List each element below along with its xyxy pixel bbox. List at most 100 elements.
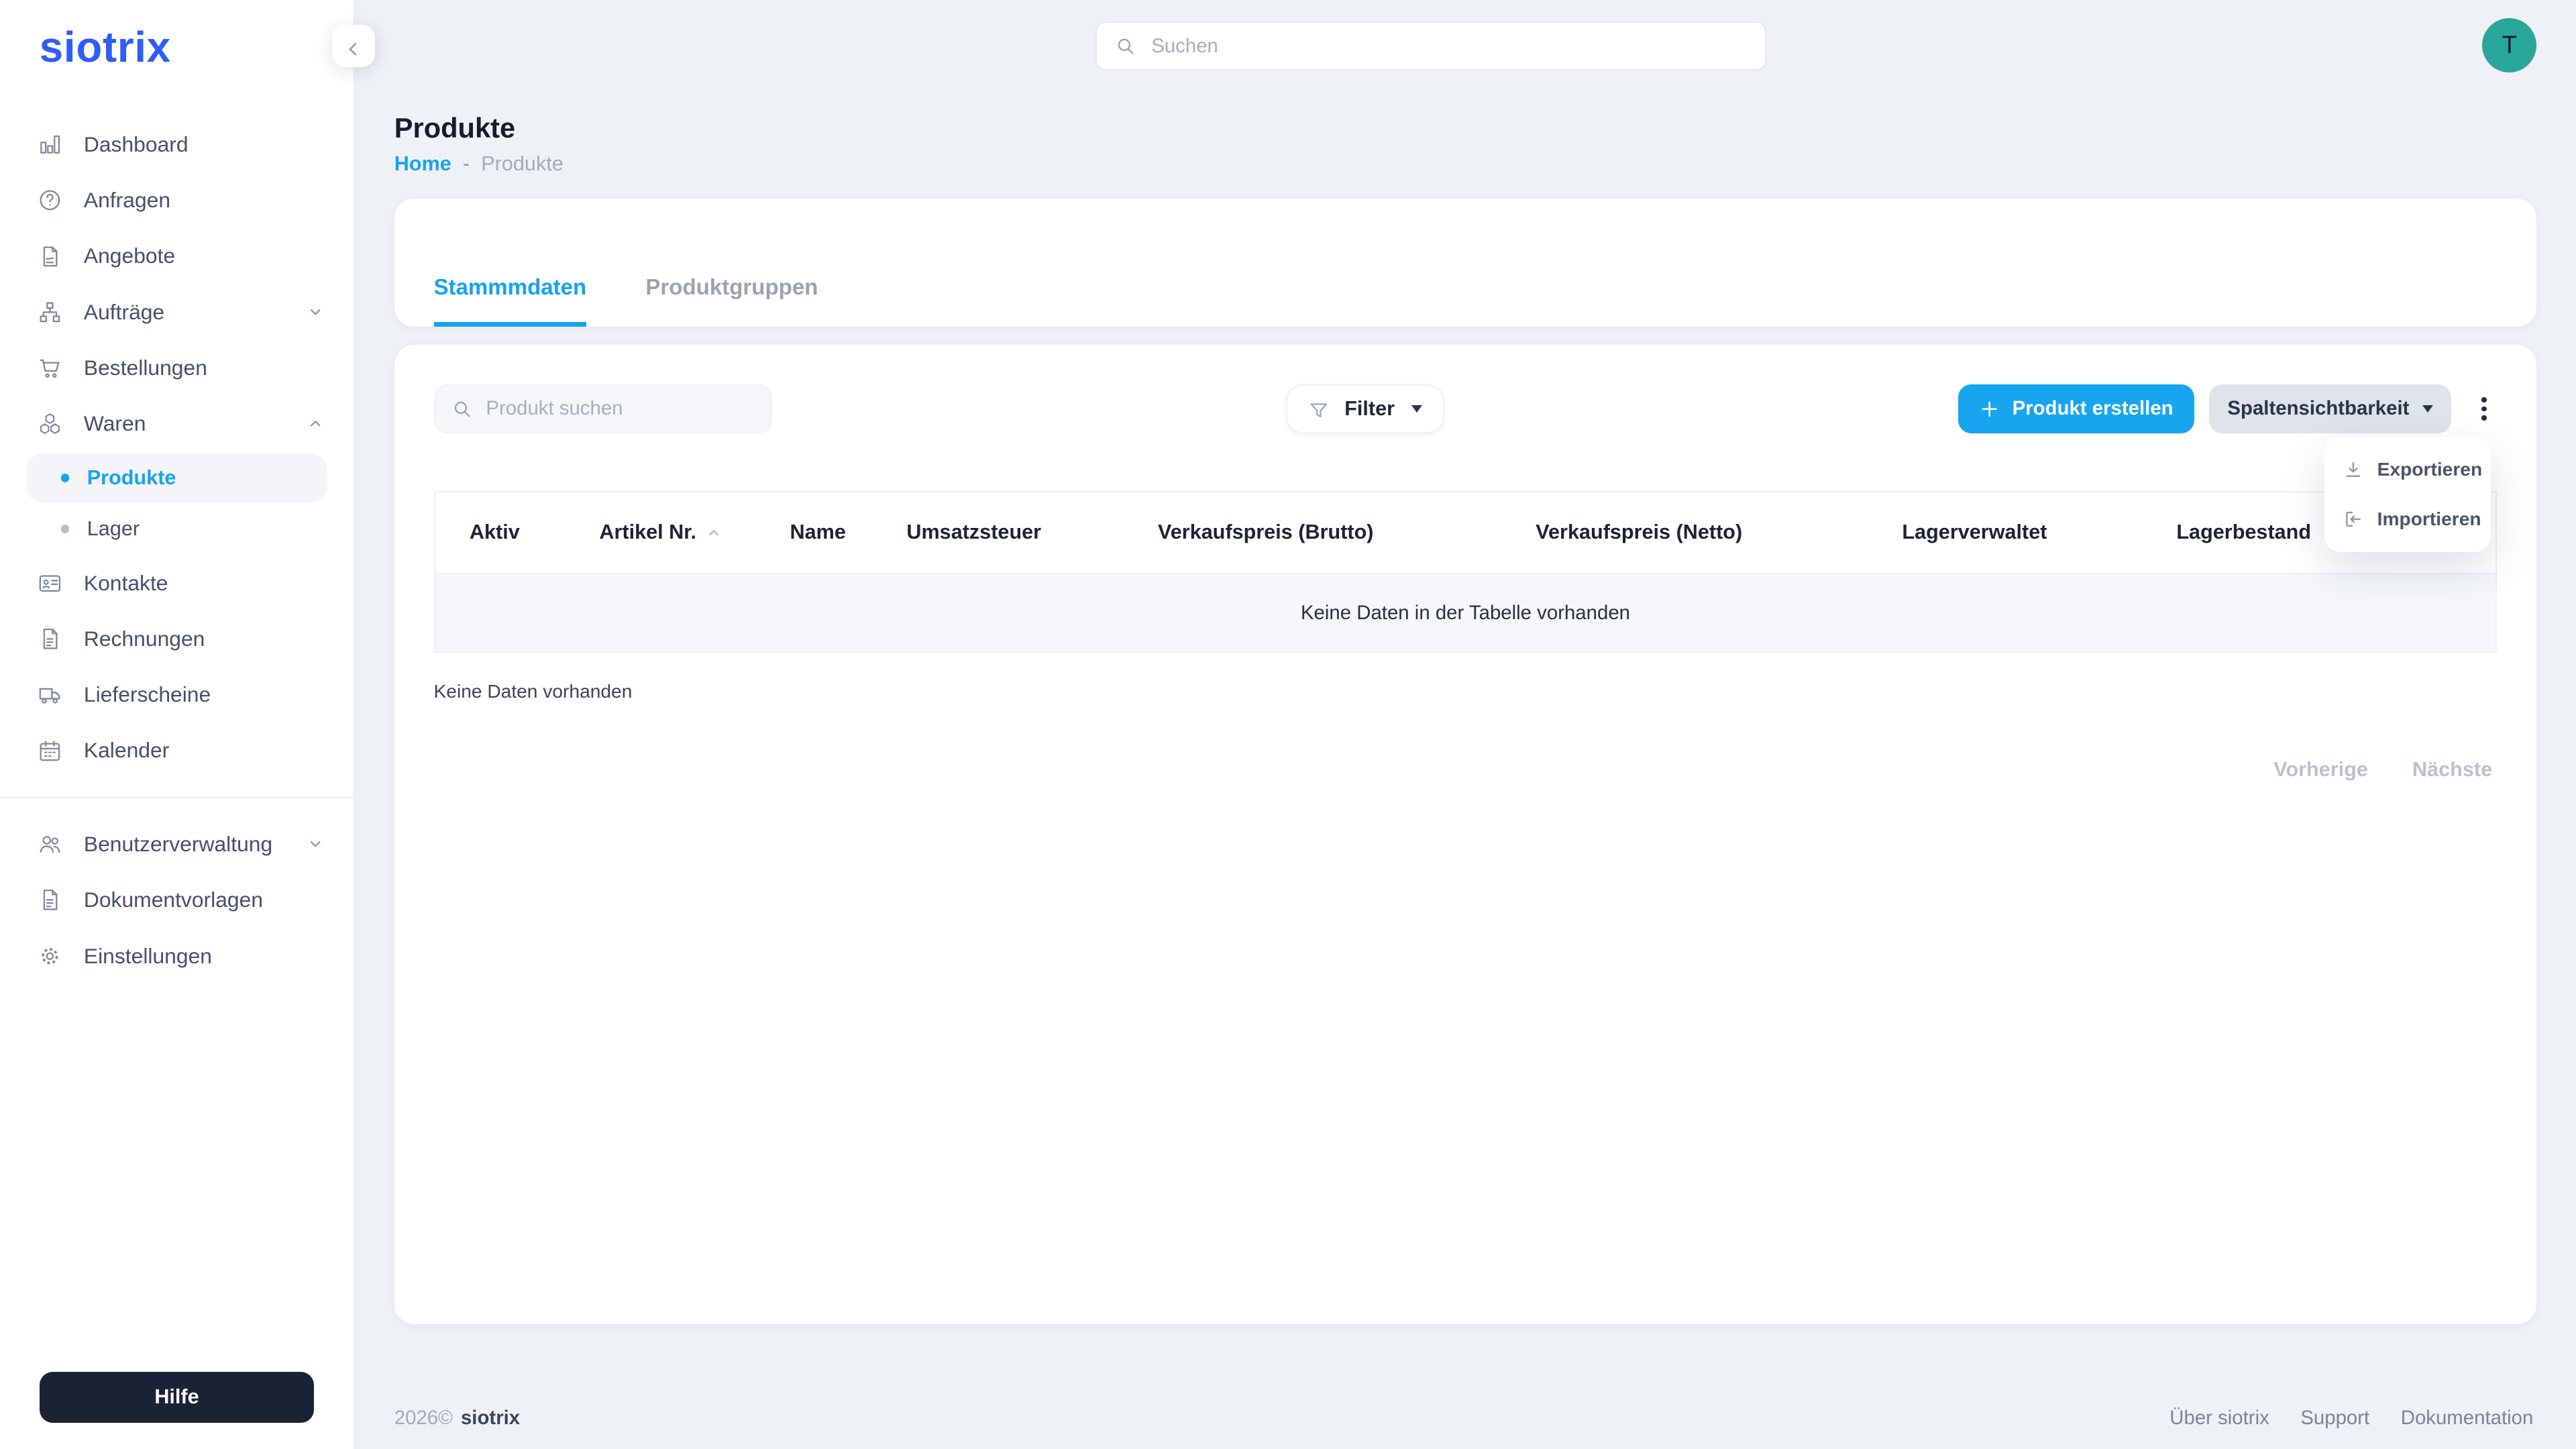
footer: 2026© siotrix Über siotrix Support Dokume… bbox=[394, 1407, 2534, 1430]
breadcrumb-current: Produkte bbox=[481, 152, 564, 175]
sidebar-item-lager[interactable]: Lager bbox=[26, 504, 327, 553]
sidebar-item-label: Bestellungen bbox=[83, 355, 207, 380]
sidebar-item-waren[interactable]: Waren bbox=[0, 396, 354, 451]
bullet-icon bbox=[60, 525, 69, 533]
sitemap-icon bbox=[38, 300, 62, 325]
column-header-verkaufspreis-netto[interactable]: Verkaufspreis (Netto) bbox=[1536, 521, 1902, 544]
sidebar-item-kontakte[interactable]: Kontakte bbox=[0, 555, 354, 611]
page-title: Produkte bbox=[394, 111, 516, 144]
bar-chart-icon bbox=[38, 132, 62, 157]
sidebar-item-label: Waren bbox=[83, 411, 146, 436]
sidebar-item-label: Lager bbox=[87, 517, 140, 540]
sidebar-item-label: Kontakte bbox=[83, 570, 168, 595]
table-empty-text: Keine Daten in der Tabelle vorhanden bbox=[1300, 601, 1630, 624]
breadcrumb: Home - Produkte bbox=[394, 152, 2537, 176]
help-button[interactable]: Hilfe bbox=[39, 1371, 315, 1423]
document-icon bbox=[38, 888, 62, 912]
sidebar-item-produkte[interactable]: Produkte bbox=[26, 453, 327, 503]
tabs-card: Stammmdaten Produktgruppen bbox=[394, 199, 2537, 327]
product-search[interactable] bbox=[433, 384, 772, 434]
column-header-aktiv[interactable]: Aktiv bbox=[470, 521, 599, 544]
truck-icon bbox=[38, 682, 62, 707]
footer-copyright: 2026© siotrix bbox=[394, 1407, 520, 1430]
sidebar-item-rechnungen[interactable]: Rechnungen bbox=[0, 611, 354, 667]
caret-down-icon bbox=[1411, 405, 1422, 414]
question-circle-icon bbox=[38, 188, 62, 213]
product-search-input[interactable] bbox=[486, 397, 755, 421]
cubes-icon bbox=[38, 411, 62, 436]
import-icon bbox=[2343, 508, 2364, 530]
footer-link-dokumentation[interactable]: Dokumentation bbox=[2401, 1407, 2534, 1430]
sidebar: siotrix Dashboard Anfragen Angebote Auft… bbox=[0, 0, 375, 1449]
sidebar-item-label: Anfragen bbox=[83, 188, 171, 213]
breadcrumb-home-link[interactable]: Home bbox=[394, 152, 451, 176]
sidebar-item-dashboard[interactable]: Dashboard bbox=[0, 117, 354, 172]
sidebar-item-angebote[interactable]: Angebote bbox=[0, 228, 354, 284]
filter-label: Filter bbox=[1344, 396, 1395, 420]
menu-item-importieren[interactable]: Importieren bbox=[2324, 494, 2490, 543]
search-icon bbox=[451, 398, 473, 420]
footer-link-support[interactable]: Support bbox=[2300, 1407, 2369, 1430]
column-header-verkaufspreis-brutto[interactable]: Verkaufspreis (Brutto) bbox=[1158, 521, 1536, 544]
sidebar-item-label: Rechnungen bbox=[83, 626, 205, 651]
sidebar-item-label: Angebote bbox=[83, 244, 176, 268]
pagination-next-button[interactable]: Nächste bbox=[2412, 758, 2492, 782]
menu-item-exportieren[interactable]: Exportieren bbox=[2324, 445, 2490, 494]
footer-link-ueber-siotrix[interactable]: Über siotrix bbox=[2169, 1407, 2269, 1430]
sidebar-item-label: Dashboard bbox=[83, 131, 189, 156]
funnel-icon bbox=[1308, 398, 1330, 420]
contact-card-icon bbox=[38, 571, 62, 596]
global-search[interactable] bbox=[1095, 21, 1766, 71]
column-header-umsatzsteuer[interactable]: Umsatzsteuer bbox=[906, 521, 1158, 544]
create-product-button[interactable]: Produkt erstellen bbox=[1957, 384, 2195, 434]
sidebar-divider bbox=[0, 796, 354, 798]
column-visibility-button[interactable]: Spaltensichtbarkeit bbox=[2209, 384, 2451, 434]
plus-icon bbox=[1980, 399, 1999, 419]
sidebar-item-anfragen[interactable]: Anfragen bbox=[0, 172, 354, 228]
products-table: Aktiv Artikel Nr. Name Umsatzsteuer Verk… bbox=[433, 490, 2498, 653]
sidebar-item-label: Einstellungen bbox=[83, 943, 212, 968]
sidebar-item-label: Benutzerverwaltung bbox=[83, 832, 273, 857]
sidebar-item-dokumentvorlagen[interactable]: Dokumentvorlagen bbox=[0, 872, 354, 928]
sidebar-item-lieferscheine[interactable]: Lieferscheine bbox=[0, 667, 354, 722]
no-data-text: Keine Daten vorhanden bbox=[433, 681, 633, 702]
bullet-icon bbox=[60, 474, 69, 482]
gear-icon bbox=[38, 944, 62, 969]
avatar[interactable]: T bbox=[2482, 17, 2537, 72]
sidebar-item-label: Kalender bbox=[83, 738, 170, 763]
sidebar-item-label: Lieferscheine bbox=[83, 682, 211, 707]
sidebar-item-bestellungen[interactable]: Bestellungen bbox=[0, 340, 354, 396]
tab-stammdaten[interactable]: Stammmdaten bbox=[433, 199, 587, 327]
breadcrumb-separator: - bbox=[462, 152, 470, 175]
sort-asc-icon bbox=[706, 525, 721, 540]
users-icon bbox=[38, 832, 62, 857]
filter-button[interactable]: Filter bbox=[1285, 384, 1445, 434]
toolbar: Filter Produkt erstellen Spaltensichtbar… bbox=[433, 384, 2498, 434]
sidebar-item-label: Aufträge bbox=[83, 299, 165, 324]
chevron-down-icon bbox=[307, 836, 323, 852]
chevron-down-icon bbox=[307, 304, 323, 320]
sidebar-item-benutzerverwaltung[interactable]: Benutzerverwaltung bbox=[0, 816, 354, 872]
pagination-previous-button[interactable]: Vorherige bbox=[2273, 758, 2368, 782]
invoice-icon bbox=[38, 627, 62, 651]
main-content: T Produkte Home - Produkte Stammmdaten P… bbox=[355, 0, 2576, 1449]
tab-produktgruppen[interactable]: Produktgruppen bbox=[645, 199, 818, 327]
table-header-row: Aktiv Artikel Nr. Name Umsatzsteuer Verk… bbox=[435, 492, 2496, 573]
sidebar-item-auftraege[interactable]: Aufträge bbox=[0, 284, 354, 340]
more-options-menu: Exportieren Importieren bbox=[2324, 437, 2491, 552]
sidebar-item-einstellungen[interactable]: Einstellungen bbox=[0, 928, 354, 983]
column-header-lagerverwaltet[interactable]: Lagerverwaltet bbox=[1902, 521, 2176, 544]
app-root: siotrix Dashboard Anfragen Angebote Auft… bbox=[0, 0, 2576, 1449]
column-header-name[interactable]: Name bbox=[790, 521, 906, 544]
table-empty-row: Keine Daten in der Tabelle vorhanden bbox=[435, 572, 2496, 652]
global-search-input[interactable] bbox=[1151, 34, 1747, 58]
brand-logo: siotrix bbox=[39, 23, 171, 72]
sidebar-item-label: Dokumentvorlagen bbox=[83, 888, 264, 912]
column-header-artikel-nr[interactable]: Artikel Nr. bbox=[599, 521, 790, 544]
sidebar-item-kalender[interactable]: Kalender bbox=[0, 722, 354, 778]
cart-icon bbox=[38, 356, 62, 380]
footer-year: 2026© bbox=[394, 1406, 453, 1429]
more-options-button[interactable] bbox=[2471, 384, 2497, 433]
sidebar-item-label: Produkte bbox=[87, 466, 176, 490]
footer-links: Über siotrix Support Dokumentation bbox=[2169, 1407, 2533, 1430]
